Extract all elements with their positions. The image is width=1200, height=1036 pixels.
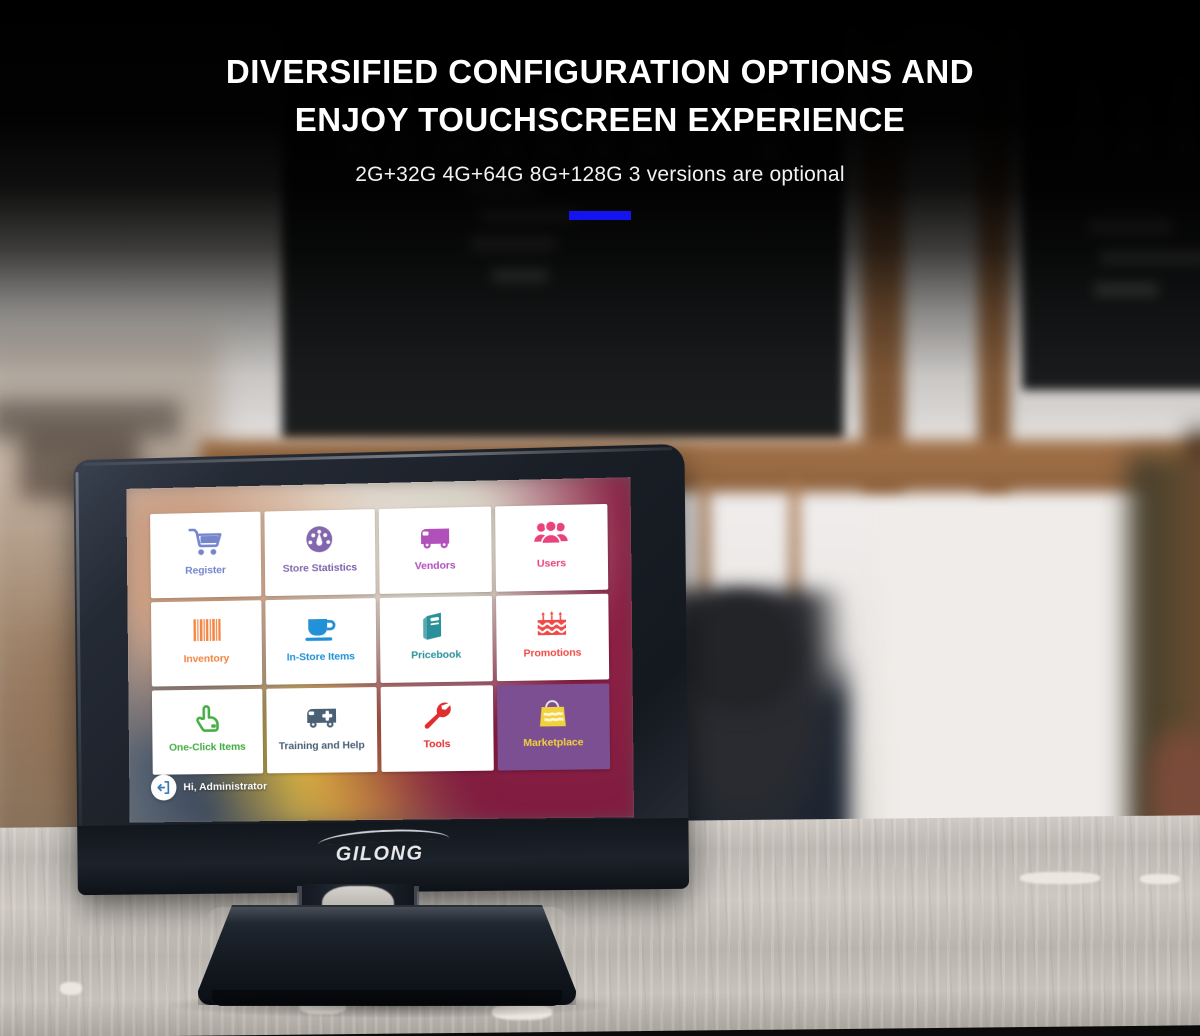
background-person-head [680,592,800,712]
counter-chip [1020,872,1100,884]
bezel-left-highlight [75,471,83,836]
tile-store-statistics[interactable]: Store Statistics [263,509,376,597]
barcode-icon [151,609,261,651]
accent-divider [569,211,631,220]
tile-training-and-help[interactable]: Training and Help [265,687,378,774]
tile-label: Tools [423,738,451,751]
counter-chip [1140,874,1180,884]
tile-one-click-items[interactable]: One-Click Items [151,688,263,775]
tile-label: In-Store Items [286,650,355,664]
pointing-hand-icon [152,698,262,739]
headline-block: DIVERSIFIED CONFIGURATION OPTIONS AND EN… [0,48,1200,220]
chalk-mark [1088,218,1172,234]
tile-label: Vendors [414,559,456,573]
tile-label: Marketplace [523,736,584,750]
headline-line-2: ENJOY TOUCHSCREEN EXPERIENCE [294,101,906,138]
brand-logo: GILONG [335,842,424,866]
book-icon [380,605,492,647]
tile-pricebook[interactable]: Pricebook [379,595,493,683]
greeting-text: Hi, Administrator [183,780,268,794]
subtitle: 2G+32G 4G+64G 8G+128G 3 versions are opt… [355,163,845,186]
counter-chip [60,982,82,995]
tile-tools[interactable]: Tools [380,685,494,772]
wrench-icon [381,694,493,736]
chalk-mark [492,268,548,282]
tile-register[interactable]: Register [150,511,261,599]
tile-label: Pricebook [411,648,462,662]
coffee-cup-icon [265,607,376,649]
tile-users[interactable]: Users [494,503,609,592]
background-white-wall [880,430,1140,870]
tile-label: One-Click Items [168,740,246,754]
ambulance-icon [266,696,377,738]
users-group-icon [495,513,608,556]
tile-label: Register [185,564,226,577]
tile-in-store-items[interactable]: In-Store Items [264,598,377,685]
tile-vendors[interactable]: Vendors [378,506,492,594]
gauge-icon [264,518,375,560]
shopping-bag-icon [497,693,610,735]
pos-terminal: GILONG Register Store Statistics Vendors… [73,443,690,896]
touchscreen-display[interactable]: Register Store Statistics Vendors Users … [126,477,635,823]
chalk-mark [1100,250,1200,264]
delivery-truck-icon [379,516,491,558]
wood-beam [700,480,709,600]
tile-inventory[interactable]: Inventory [150,600,262,687]
shopping-cart-icon [150,521,260,563]
tile-marketplace[interactable]: Marketplace [496,683,611,771]
stand-drop-shadow [170,992,610,1018]
chalk-mark [470,236,556,250]
headline-line-1: DIVERSIFIED CONFIGURATION OPTIONS AND [225,53,975,90]
sign-out-icon[interactable] [150,774,177,801]
tile-promotions[interactable]: Promotions [495,593,610,682]
tile-label: Promotions [523,646,582,660]
promo-banner: DIVERSIFIED CONFIGURATION OPTIONS AND EN… [0,0,1200,1036]
tile-label: Users [536,557,567,570]
screen-status-bar: Hi, Administrator [150,773,268,801]
birthday-cake-icon [496,603,609,645]
tile-label: Inventory [183,652,230,666]
stand-base-highlight [206,907,568,923]
tile-label: Store Statistics [282,561,358,575]
app-tile-grid: Register Store Statistics Vendors Users … [150,503,611,775]
tile-label: Training and Help [278,739,365,753]
chalk-mark [1094,282,1158,296]
